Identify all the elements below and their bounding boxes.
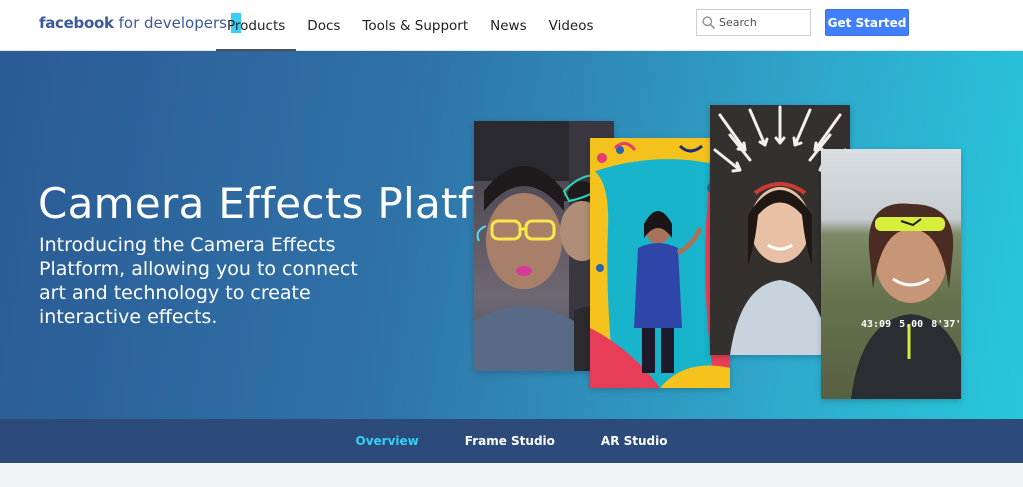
stat-distance: 5.00 bbox=[899, 319, 924, 330]
hero-banner: Camera Effects Platform Introducing the … bbox=[0, 51, 1023, 419]
top-navigation-bar: facebook for developers Products Docs To… bbox=[0, 0, 1023, 52]
search-box[interactable] bbox=[696, 9, 811, 36]
stat-time: 43:09 bbox=[861, 319, 892, 330]
logo-suffix-text: for developers bbox=[118, 14, 227, 32]
camera-effect-photo-colorful-frame bbox=[590, 138, 730, 388]
sub-navigation: Overview Frame Studio AR Studio bbox=[0, 419, 1023, 463]
nav-item-news[interactable]: News bbox=[479, 0, 537, 51]
page-content-area bbox=[0, 463, 1023, 487]
nav-item-products[interactable]: Products bbox=[216, 0, 297, 52]
nav-item-tools-support[interactable]: Tools & Support bbox=[351, 0, 479, 51]
search-input[interactable] bbox=[719, 16, 804, 29]
camera-effect-photo-runner-stats: 43:09 5.00 8'37'' bbox=[821, 149, 961, 399]
get-started-button[interactable]: Get Started bbox=[825, 9, 909, 36]
nav-item-docs[interactable]: Docs bbox=[296, 0, 351, 51]
tab-frame-studio[interactable]: Frame Studio bbox=[465, 434, 555, 448]
logo-brand-text: facebook bbox=[39, 14, 114, 32]
tab-ar-studio[interactable]: AR Studio bbox=[601, 434, 668, 448]
nav-item-videos[interactable]: Videos bbox=[538, 0, 605, 51]
runner-stats: 43:09 5.00 8'37'' bbox=[861, 319, 961, 330]
stat-pace: 8'37'' bbox=[931, 319, 961, 330]
main-nav: Products Docs Tools & Support News Video… bbox=[216, 0, 605, 52]
search-icon bbox=[697, 10, 719, 35]
tab-overview[interactable]: Overview bbox=[356, 434, 419, 448]
hero-description: Introducing the Camera Effects Platform,… bbox=[39, 234, 358, 328]
facebook-developers-logo[interactable]: facebook for developers bbox=[39, 12, 241, 34]
